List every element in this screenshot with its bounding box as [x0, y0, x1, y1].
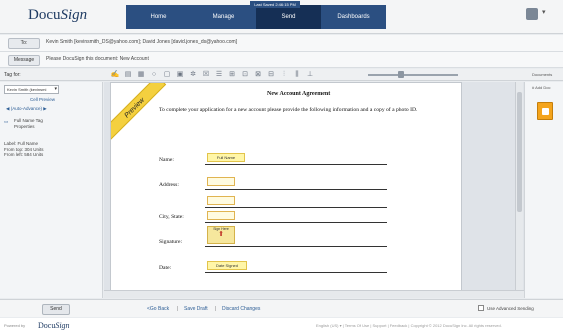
last-saved-indicator: Last Saved 2:46:15 PM [250, 1, 300, 8]
nav-tab-dashboards[interactable]: Dashboards [321, 5, 386, 29]
date-field-line [205, 272, 387, 273]
address-line2-rule [205, 207, 387, 208]
to-button[interactable]: To: [8, 38, 40, 49]
signature-field-line [205, 246, 387, 247]
city-state-field-line [205, 222, 387, 223]
initials-icon[interactable]: ▤ [123, 70, 133, 79]
docusign-footer-logo: DocuSign [38, 321, 70, 330]
approve-icon[interactable]: ⊠ [253, 70, 263, 79]
name-field-line [205, 164, 387, 165]
advanced-sending-checkbox[interactable] [478, 305, 484, 311]
formula-icon[interactable]: ⊟ [266, 70, 276, 79]
zoom-slider-handle[interactable] [398, 71, 404, 78]
tag-properties-title: Full Name Tag Properties [14, 118, 43, 129]
date-field-label: Date: [159, 265, 172, 271]
title-icon[interactable]: ⊥ [305, 70, 315, 79]
tag-icons-group: ✍ ▤ ▦ ○ ▢ ▣ ✲ ☒ ☰ ⊞ ⊡ ⊠ ⊟ ⫶ ⫼ ⊥ [110, 70, 315, 79]
documents-label: Documents [532, 72, 553, 77]
save-draft-link[interactable]: Save Draft [184, 306, 208, 312]
nav-tab-home[interactable]: Home [126, 5, 191, 29]
nav-tab-manage[interactable]: Manage [191, 5, 256, 29]
message-subject-value[interactable]: Please DocuSign this document: New Accou… [46, 56, 149, 62]
recipients-row: To: Kevin Smith [kevinsmith_DS@yahoo.com… [0, 35, 563, 52]
message-row: Message Please DocuSign this document: N… [0, 52, 563, 68]
footer-separator: | [177, 306, 179, 312]
company-icon[interactable]: ⫼ [292, 70, 302, 79]
discard-changes-link[interactable]: Discard Changes [222, 306, 260, 312]
tag-properties-line1: Full Name Tag [14, 118, 43, 123]
auto-advance-toggle[interactable]: ◀ (Auto-Advance) ▶ [6, 106, 47, 112]
date-signed-tag[interactable]: Date Signed [207, 261, 247, 270]
nav-tab-send[interactable]: Send [256, 5, 321, 29]
signature-icon[interactable]: ✍ [110, 70, 120, 79]
action-footer: Send <Go Back | Save Draft | Discard Cha… [0, 299, 563, 317]
logo-text-sign: Sign [60, 7, 88, 23]
auto-advance-label: (Auto-Advance) [10, 106, 42, 111]
note-icon[interactable]: ⊡ [240, 70, 250, 79]
document-title: New Account Agreement [267, 91, 331, 97]
address-field-label: Address: [159, 182, 179, 188]
date-icon[interactable]: ▦ [136, 70, 146, 79]
document-page: Preview New Account Agreement To complet… [110, 82, 462, 290]
footer-logo-sign: Sign [55, 321, 70, 330]
scrollbar-thumb[interactable] [517, 92, 522, 212]
document-vertical-scrollbar[interactable] [515, 82, 523, 290]
cell-preview-link[interactable]: Cell Preview [30, 97, 55, 102]
zoom-slider-track[interactable] [368, 74, 458, 76]
footer-separator: | [215, 306, 217, 312]
docusign-logo[interactable]: DocuSign [28, 7, 87, 24]
tagging-toolbar: Tag for: ✍ ▤ ▦ ○ ▢ ▣ ✲ ☒ ☰ ⊞ ⊡ ⊠ ⊟ ⫶ ⫼ ⊥… [0, 69, 563, 81]
circle-icon[interactable]: ○ [149, 70, 159, 79]
full-name-tag[interactable]: Full Name [207, 153, 245, 162]
sign-here-tag[interactable]: Sign Here ⬆ [207, 226, 235, 244]
tag-properties-line2: Properties [14, 123, 35, 129]
text-icon[interactable]: ⊞ [227, 70, 237, 79]
tag-position-info: Label: Full Name From top: 304 Units Fro… [4, 141, 44, 157]
recipient-dropdown[interactable]: Kevin Smith (kevinsmi [4, 85, 59, 94]
footer-logo-docu: Docu [38, 321, 56, 330]
address-line1-rule [205, 189, 387, 190]
add-document-link[interactable]: # Add Doc [532, 85, 550, 90]
documents-thumbnail-panel: # Add Doc [524, 82, 563, 298]
main-nav: Home Manage Send Dashboards [126, 5, 386, 29]
footer-links[interactable]: English (US) ▾ | Terms Of Use | Support … [316, 323, 502, 328]
to-recipients-value[interactable]: Kevin Smith [kevinsmith_DS@yahoo.com]; D… [46, 39, 237, 45]
chevron-down-icon[interactable]: ▾ [542, 8, 546, 16]
bottom-brand-bar: Powered by DocuSign English (US) ▾ | Ter… [0, 318, 563, 333]
preview-ribbon: Preview [111, 83, 167, 140]
city-state-field-label: City, State: [159, 214, 184, 220]
checkbox-icon[interactable]: ☒ [201, 70, 211, 79]
message-button[interactable]: Message [8, 55, 40, 66]
sign-here-arrow-icon: ⬆ [218, 231, 224, 238]
address-line2-tag[interactable] [207, 196, 235, 205]
document-thumbnail-icon[interactable] [537, 102, 553, 120]
address-line1-tag[interactable] [207, 177, 235, 186]
go-back-link[interactable]: <Go Back [147, 306, 169, 312]
city-state-tag[interactable] [207, 211, 235, 220]
box-icon[interactable]: ▢ [162, 70, 172, 79]
advanced-sending-label: Use Advanced Sending [487, 306, 534, 311]
signature-field-label: Signature: [159, 239, 182, 245]
gear-icon[interactable]: ✲ [188, 70, 198, 79]
send-button[interactable]: Send [42, 304, 70, 315]
stamp-icon[interactable]: ▣ [175, 70, 185, 79]
attachment-icon[interactable]: ⫶ [279, 70, 289, 79]
powered-by-text: Powered by [4, 323, 26, 328]
user-avatar[interactable] [526, 8, 538, 20]
document-horizontal-scrollbar[interactable] [104, 290, 524, 298]
document-body-text: To complete your application for a new a… [159, 107, 418, 113]
document-viewer: Preview New Account Agreement To complet… [104, 82, 527, 290]
docusign-app: DocuSign Home Manage Send Dashboards Las… [0, 0, 563, 333]
logo-text-docu: Docu [28, 7, 61, 23]
tag-for-label: Tag for: [4, 72, 21, 78]
left-tag-panel: Kevin Smith (kevinsmi Cell Preview ◀ (Au… [0, 82, 103, 298]
top-header: DocuSign Home Manage Send Dashboards Las… [0, 0, 563, 34]
list-icon[interactable]: ☰ [214, 70, 224, 79]
tag-properties-icon: ▭ [4, 119, 9, 124]
name-field-label: Name: [159, 157, 174, 163]
